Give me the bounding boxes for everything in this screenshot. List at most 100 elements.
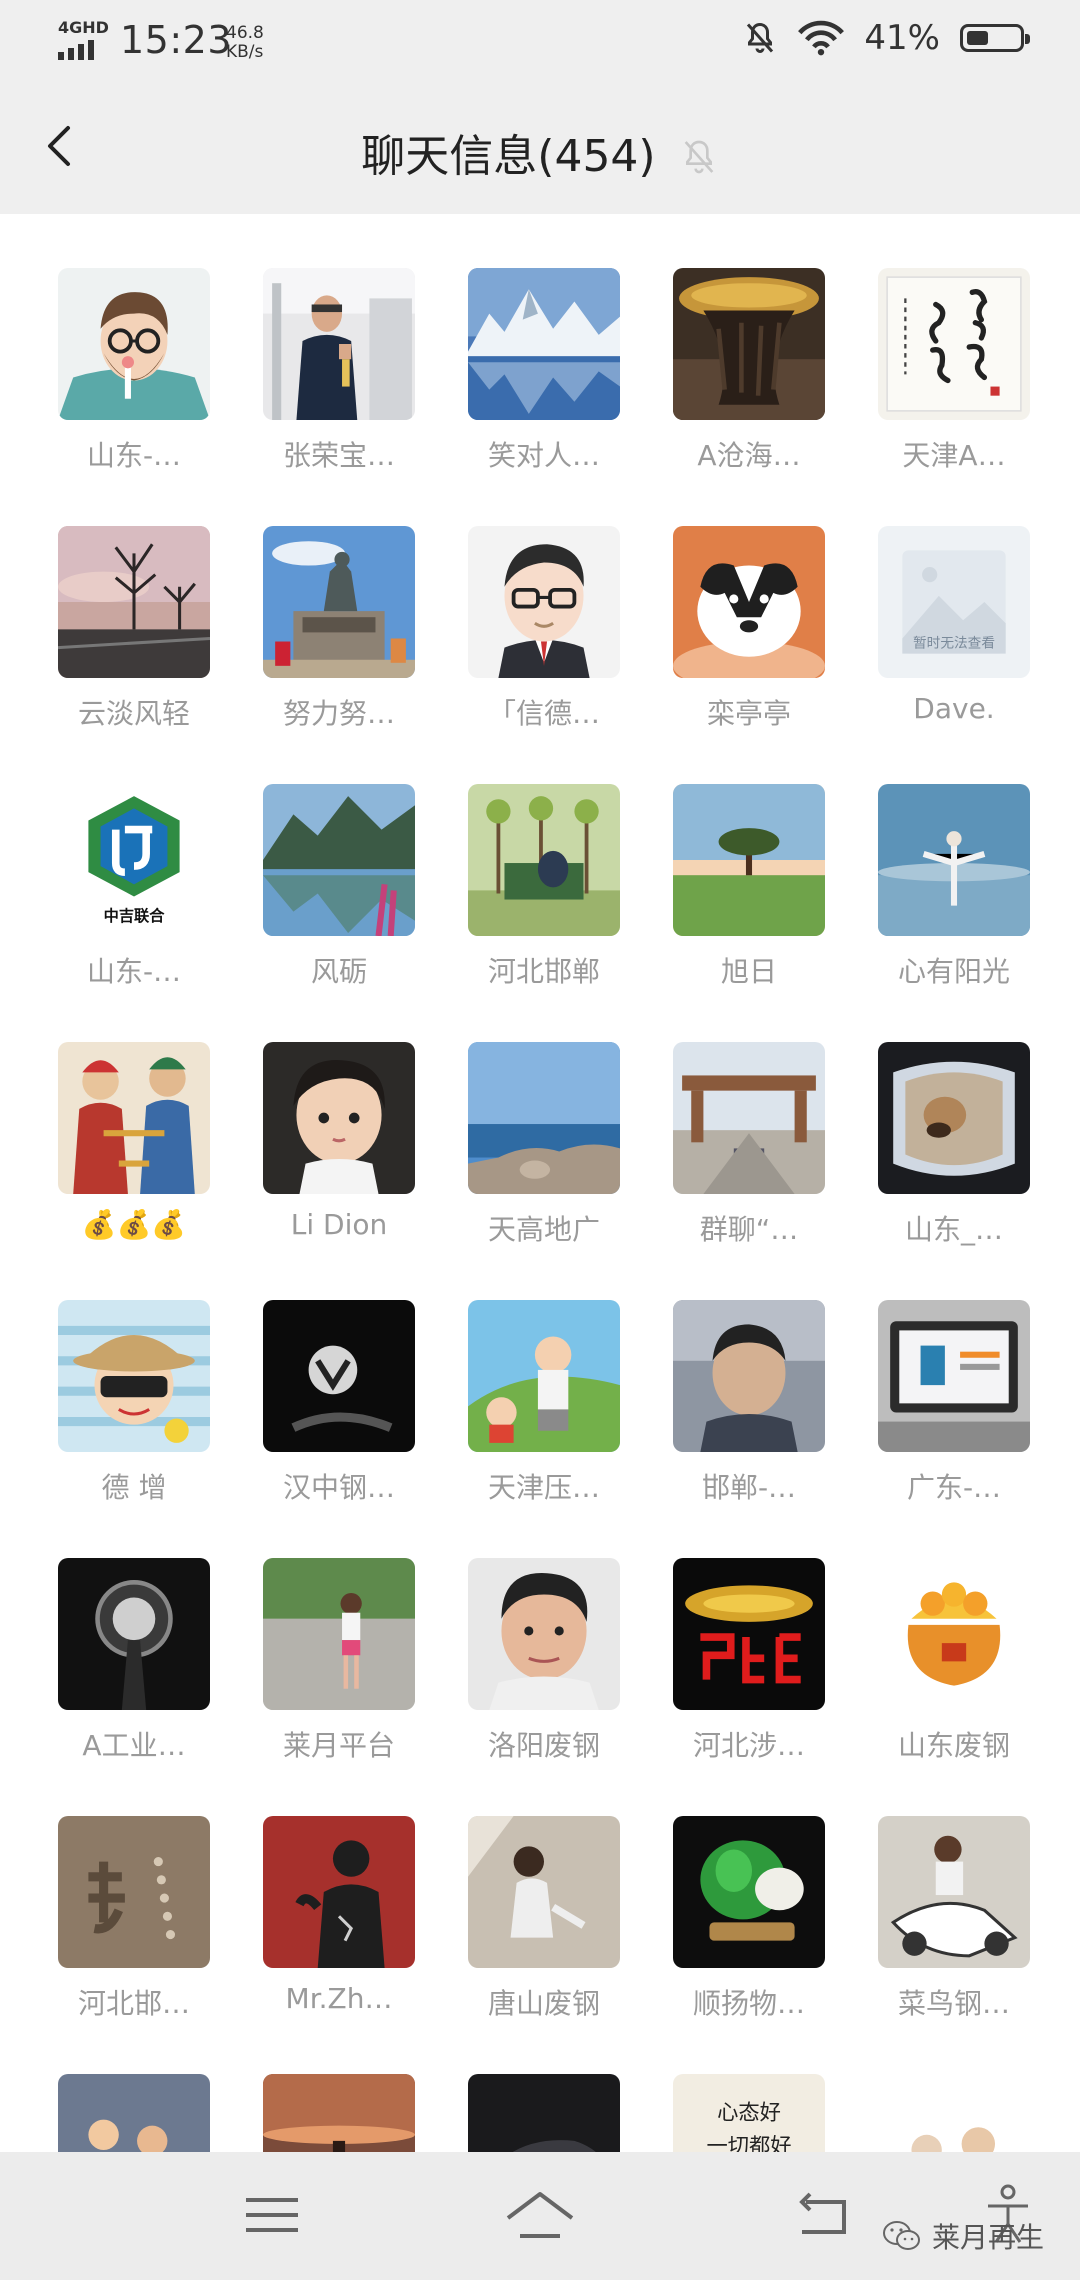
bottom-nav-bar: 莱月再生 bbox=[0, 2152, 1080, 2280]
member-item[interactable]: 群聊“… bbox=[654, 1042, 844, 1248]
member-avatar bbox=[468, 1042, 620, 1194]
member-item[interactable]: 邯郸-… bbox=[654, 1300, 844, 1506]
member-name: 顺扬物… bbox=[692, 1987, 805, 2020]
member-name: 唐山废钢 bbox=[487, 1987, 600, 2020]
member-item[interactable]: 洛阳废钢 bbox=[449, 1558, 639, 1764]
member-item[interactable]: 💰💰💰 bbox=[39, 1042, 229, 1241]
member-avatar bbox=[58, 1300, 210, 1452]
member-avatar bbox=[878, 784, 1030, 936]
member-item[interactable]: 汉中钢… bbox=[244, 1300, 434, 1506]
member-name: Li Dion bbox=[290, 1208, 388, 1241]
member-item[interactable]: 旭日 bbox=[654, 784, 844, 990]
member-name: 莱月平台 bbox=[282, 1729, 395, 1762]
member-item[interactable]: A沧海… bbox=[654, 268, 844, 474]
member-avatar bbox=[263, 1558, 415, 1710]
member-avatar bbox=[673, 526, 825, 678]
member-avatar bbox=[468, 1300, 620, 1452]
member-avatar bbox=[673, 1300, 825, 1452]
member-item[interactable]: 天津压… bbox=[449, 1300, 639, 1506]
member-avatar bbox=[673, 1042, 825, 1194]
back-nav-button[interactable] bbox=[784, 2180, 864, 2250]
member-avatar bbox=[468, 1816, 620, 1968]
member-item[interactable]: 山东_… bbox=[859, 1042, 1049, 1248]
member-avatar bbox=[58, 526, 210, 678]
member-name: 云淡风轻 bbox=[77, 697, 190, 730]
battery-icon bbox=[960, 24, 1030, 52]
member-avatar bbox=[878, 1042, 1030, 1194]
member-avatar bbox=[58, 1816, 210, 1968]
member-avatar bbox=[468, 784, 620, 936]
battery-percent: 41% bbox=[864, 18, 940, 58]
member-name: 河北邯郸 bbox=[487, 955, 600, 988]
member-name: 天津压… bbox=[487, 1471, 600, 1504]
member-item[interactable]: 云淡风轻 bbox=[39, 526, 229, 732]
member-name: 天高地广 bbox=[487, 1213, 600, 1246]
member-name: 洛阳废钢 bbox=[487, 1729, 600, 1762]
member-item[interactable]: 山东废钢 bbox=[859, 1558, 1049, 1764]
member-item[interactable]: 山东-… bbox=[39, 268, 229, 474]
member-avatar bbox=[673, 784, 825, 936]
member-item[interactable]: 菜鸟钢… bbox=[859, 1816, 1049, 2022]
member-item[interactable]: 河北邯郸 bbox=[449, 784, 639, 990]
mute-bell-icon bbox=[747, 22, 774, 53]
watermark: 莱月再生 bbox=[882, 2216, 1044, 2256]
member-item[interactable]: Mr.Zh… bbox=[244, 1816, 434, 2015]
member-name: 山东-… bbox=[86, 439, 182, 472]
member-avatar bbox=[263, 526, 415, 678]
net-speed-unit: KB/s bbox=[226, 42, 264, 62]
member-item[interactable]: 风砺 bbox=[244, 784, 434, 990]
member-item[interactable]: 心有阳光 bbox=[859, 784, 1049, 990]
wechat-logo-icon bbox=[882, 2221, 920, 2250]
member-item[interactable]: 中吉联合 山东-… bbox=[39, 784, 229, 990]
member-item[interactable]: 顺扬物… bbox=[654, 1816, 844, 2022]
member-avatar bbox=[58, 1042, 210, 1194]
member-item[interactable]: Li Dion bbox=[244, 1042, 434, 1241]
member-item[interactable]: 张荣宝… bbox=[244, 268, 434, 474]
member-item[interactable]: 栾亭亭 bbox=[654, 526, 844, 732]
member-name: 💰💰💰 bbox=[81, 1208, 187, 1241]
member-item[interactable]: 广东-… bbox=[859, 1300, 1049, 1506]
member-name: 栾亭亭 bbox=[706, 697, 791, 730]
home-icon bbox=[506, 2192, 574, 2238]
member-item[interactable]: 河北邯… bbox=[39, 1816, 229, 2022]
member-item[interactable]: 天高地广 bbox=[449, 1042, 639, 1248]
network-type: 4GHD bbox=[58, 18, 109, 37]
member-item[interactable]: 莱月平台 bbox=[244, 1558, 434, 1764]
member-item[interactable]: 暂时无法查看 Dave. bbox=[859, 526, 1049, 725]
member-name: 努力努… bbox=[282, 697, 395, 730]
member-item[interactable]: 唐山废钢 bbox=[449, 1816, 639, 2022]
member-item[interactable]: 「信德… bbox=[449, 526, 639, 732]
member-avatar bbox=[263, 1042, 415, 1194]
member-name: 心有阳光 bbox=[897, 955, 1010, 988]
member-name: 河北邯… bbox=[77, 1987, 190, 2020]
net-speed-value: 46.8 bbox=[226, 23, 264, 43]
member-avatar bbox=[673, 1816, 825, 1968]
member-avatar bbox=[263, 268, 415, 420]
member-name: 「信德… bbox=[487, 697, 600, 730]
member-item[interactable]: 笑对人… bbox=[449, 268, 639, 474]
member-avatar bbox=[878, 1300, 1030, 1452]
member-item[interactable]: 努力努… bbox=[244, 526, 434, 732]
member-avatar bbox=[673, 1558, 825, 1710]
member-name: 广东-… bbox=[906, 1471, 1002, 1504]
member-item[interactable]: 河北涉… bbox=[654, 1558, 844, 1764]
return-icon bbox=[799, 2192, 846, 2234]
member-name: A工业… bbox=[82, 1729, 186, 1762]
status-bar: 4GHD 15:23 46.8 KB/s 41% bbox=[0, 0, 1080, 80]
member-avatar bbox=[468, 268, 620, 420]
home-button[interactable] bbox=[500, 2180, 580, 2250]
member-avatar: 中吉联合 bbox=[58, 784, 210, 936]
member-item[interactable]: 天津A… bbox=[859, 268, 1049, 474]
member-avatar bbox=[58, 268, 210, 420]
member-name: 张荣宝… bbox=[282, 439, 395, 472]
menu-icon bbox=[246, 2198, 298, 2232]
member-avatar: 暂时无法查看 bbox=[878, 526, 1030, 678]
member-avatar bbox=[673, 268, 825, 420]
menu-button[interactable] bbox=[232, 2180, 312, 2250]
member-name: 旭日 bbox=[720, 955, 777, 988]
member-item[interactable]: 德 增 bbox=[39, 1300, 229, 1506]
member-item[interactable]: A工业… bbox=[39, 1558, 229, 1764]
title-wrap: 聊天信息(454) bbox=[0, 120, 1080, 184]
title-bar: 聊天信息(454) bbox=[0, 80, 1080, 214]
member-name: 风砺 bbox=[310, 955, 367, 988]
